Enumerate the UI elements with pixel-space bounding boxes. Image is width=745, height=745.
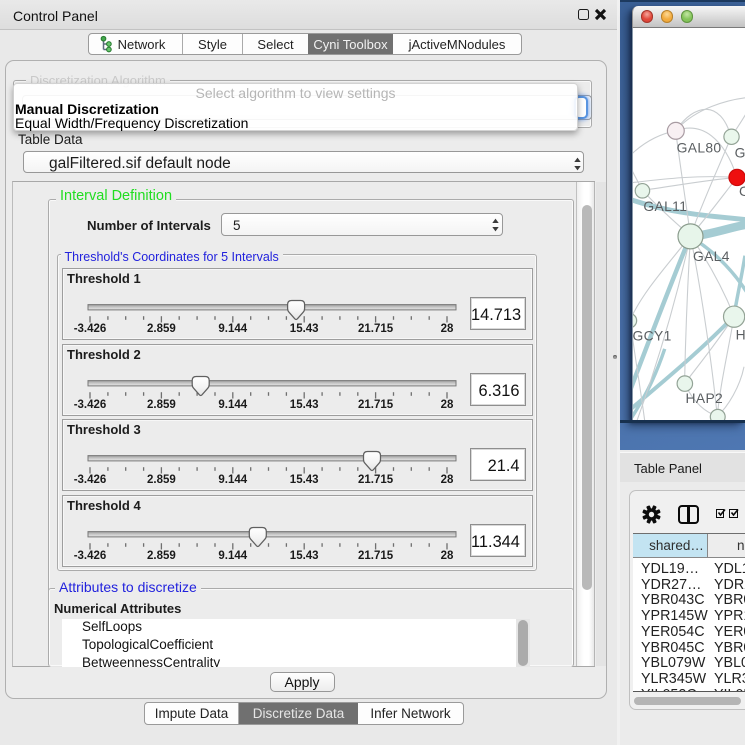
svg-text:HA: HA: [736, 326, 745, 342]
svg-text:GAL4: GAL4: [693, 248, 730, 264]
svg-text:HAP2: HAP2: [686, 390, 724, 406]
svg-text:GCY1: GCY1: [633, 327, 672, 343]
svg-text:C: C: [739, 183, 745, 199]
svg-text:GAL80: GAL80: [677, 140, 722, 156]
svg-text:GAL11: GAL11: [643, 198, 687, 214]
svg-text:GA: GA: [735, 145, 745, 161]
